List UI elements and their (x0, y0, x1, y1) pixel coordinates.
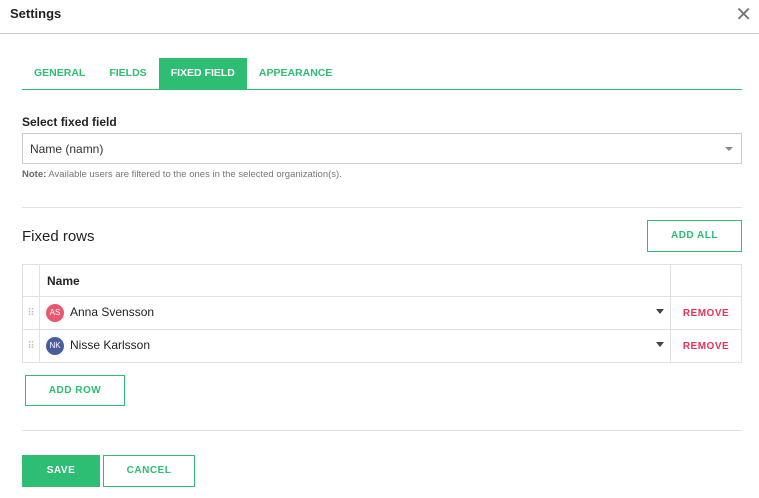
table-row: ⠿ NK Nisse Karlsson REMOVE (22, 329, 742, 363)
note-body: Available users are filtered to the ones… (46, 169, 342, 180)
close-icon[interactable]: ✕ (735, 2, 752, 27)
tab-fixed-field[interactable]: FIXED FIELD (158, 58, 247, 89)
user-select[interactable]: AS Anna Svensson (39, 296, 671, 330)
cancel-button[interactable]: CANCEL (103, 455, 195, 487)
tab-general[interactable]: GENERAL (22, 58, 97, 89)
avatar: NK (46, 337, 64, 355)
remove-button[interactable]: REMOVE (670, 296, 742, 330)
user-name: Anna Svensson (70, 305, 155, 320)
avatar: AS (46, 304, 64, 322)
user-select[interactable]: NK Nisse Karlsson (39, 329, 671, 363)
fixed-field-select[interactable]: Name (namn) (22, 133, 742, 164)
column-header-name: Name (39, 264, 671, 297)
fixed-field-value: Name (namn) (30, 142, 104, 156)
note-label: Note: (22, 169, 47, 180)
drag-handle-icon[interactable]: ⠿ (22, 296, 40, 330)
dialog-header: Settings ✕ (0, 0, 759, 34)
divider (22, 207, 742, 208)
table-header-row: Name (22, 264, 742, 297)
tab-fields[interactable]: FIELDS (97, 58, 158, 89)
remove-button[interactable]: REMOVE (670, 329, 742, 363)
add-all-button[interactable]: ADD ALL (647, 220, 742, 252)
caret-down-icon[interactable] (656, 309, 664, 314)
table-row: ⠿ AS Anna Svensson REMOVE (22, 296, 742, 330)
fixed-rows-table: Name ⠿ AS Anna Svensson REMOVE ⠿ NK Nisse … (22, 264, 742, 363)
drag-handle-icon[interactable]: ⠿ (22, 329, 40, 363)
tab-bar: GENERAL FIELDS FIXED FIELD APPEARANCE (22, 58, 742, 90)
add-row-button[interactable]: ADD ROW (25, 375, 125, 406)
dialog-title: Settings (10, 6, 62, 21)
note-text: Note: Available users are filtered to th… (22, 169, 342, 180)
divider (22, 430, 742, 431)
chevron-down-icon (725, 147, 733, 151)
save-button[interactable]: SAVE (22, 455, 100, 487)
tab-appearance[interactable]: APPEARANCE (247, 58, 345, 89)
fixed-rows-title: Fixed rows (22, 228, 95, 245)
select-fixed-field-label: Select fixed field (22, 115, 117, 129)
user-name: Nisse Karlsson (70, 338, 151, 353)
caret-down-icon[interactable] (656, 342, 664, 347)
